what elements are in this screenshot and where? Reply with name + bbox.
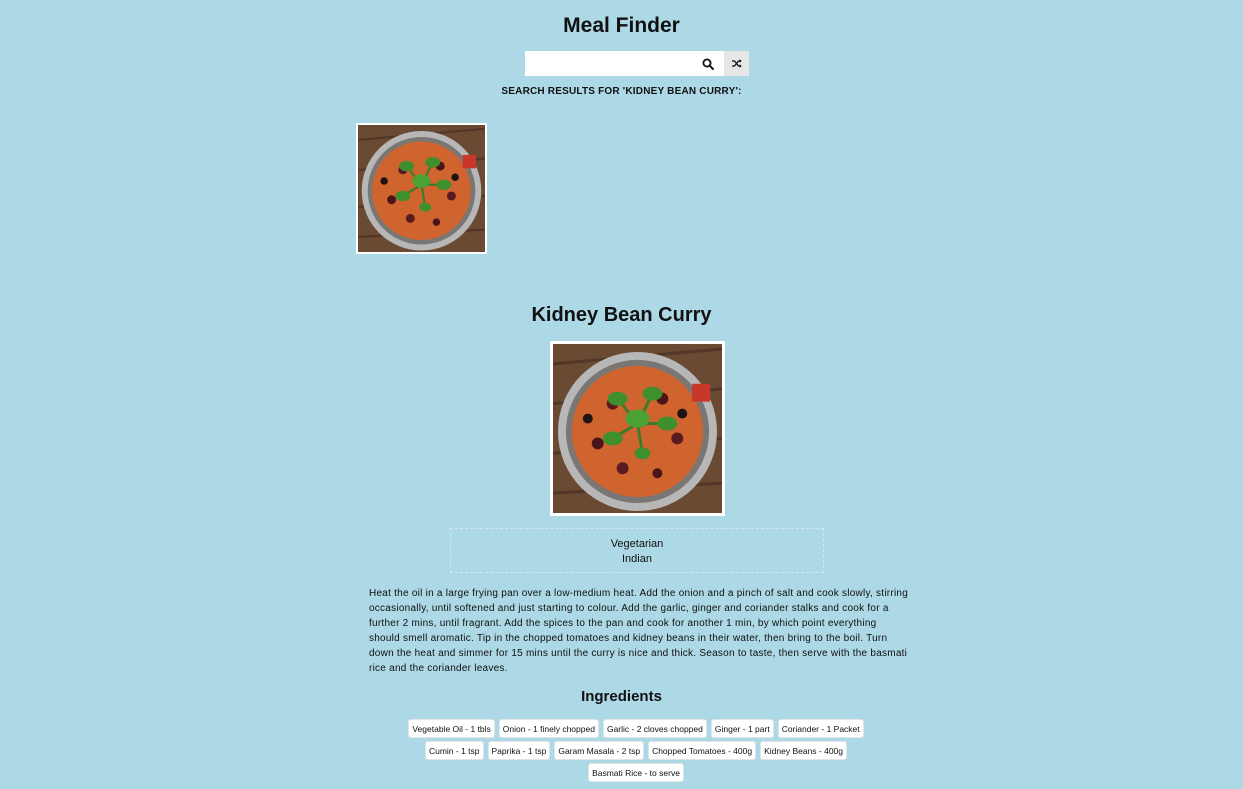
ingredient-list: Vegetable Oil - 1 tbls Onion - 1 finely …	[376, 718, 896, 784]
meal-instructions: Heat the oil in a large frying pan over …	[369, 588, 909, 674]
ingredient-item: Garam Masala - 2 tsp	[554, 741, 645, 760]
meal-photo	[550, 341, 725, 516]
app-title: Meal Finder	[563, 14, 680, 37]
meal-info: Vegetarian Indian	[450, 528, 824, 573]
ingredient-item: Ginger - 1 part	[710, 719, 774, 738]
ingredient-item: Basmati Rice - to serve	[588, 763, 684, 782]
ingredient-item: Vegetable Oil - 1 tbls	[408, 719, 495, 738]
meal-thumbnail-image	[358, 125, 485, 252]
ingredient-item: Cumin - 1 tsp	[424, 741, 484, 760]
search-form	[525, 51, 749, 76]
meal-title: Kidney Bean Curry	[531, 304, 712, 326]
meal-category: Vegetarian	[610, 538, 664, 550]
search-button[interactable]	[692, 51, 724, 76]
ingredient-item: Coriander - 1 Packet	[777, 719, 864, 738]
ingredient-item: Kidney Beans - 400g	[760, 741, 848, 760]
search-input[interactable]	[525, 51, 692, 76]
meal-result-card[interactable]	[356, 123, 487, 254]
results-heading: SEARCH RESULTS FOR 'KIDNEY BEAN CURRY':	[501, 86, 742, 97]
ingredients-title: Ingredients	[581, 688, 662, 705]
search-icon	[702, 58, 714, 70]
random-meal-button[interactable]	[724, 51, 749, 76]
ingredient-item: Onion - 1 finely chopped	[498, 719, 599, 738]
meal-detail-image	[553, 344, 722, 513]
ingredient-item: Garlic - 2 cloves chopped	[602, 719, 707, 738]
ingredient-item: Chopped Tomatoes - 400g	[648, 741, 757, 760]
meal-area: Indian	[622, 553, 652, 565]
ingredient-item: Paprika - 1 tsp	[487, 741, 551, 760]
shuffle-icon	[731, 59, 742, 68]
